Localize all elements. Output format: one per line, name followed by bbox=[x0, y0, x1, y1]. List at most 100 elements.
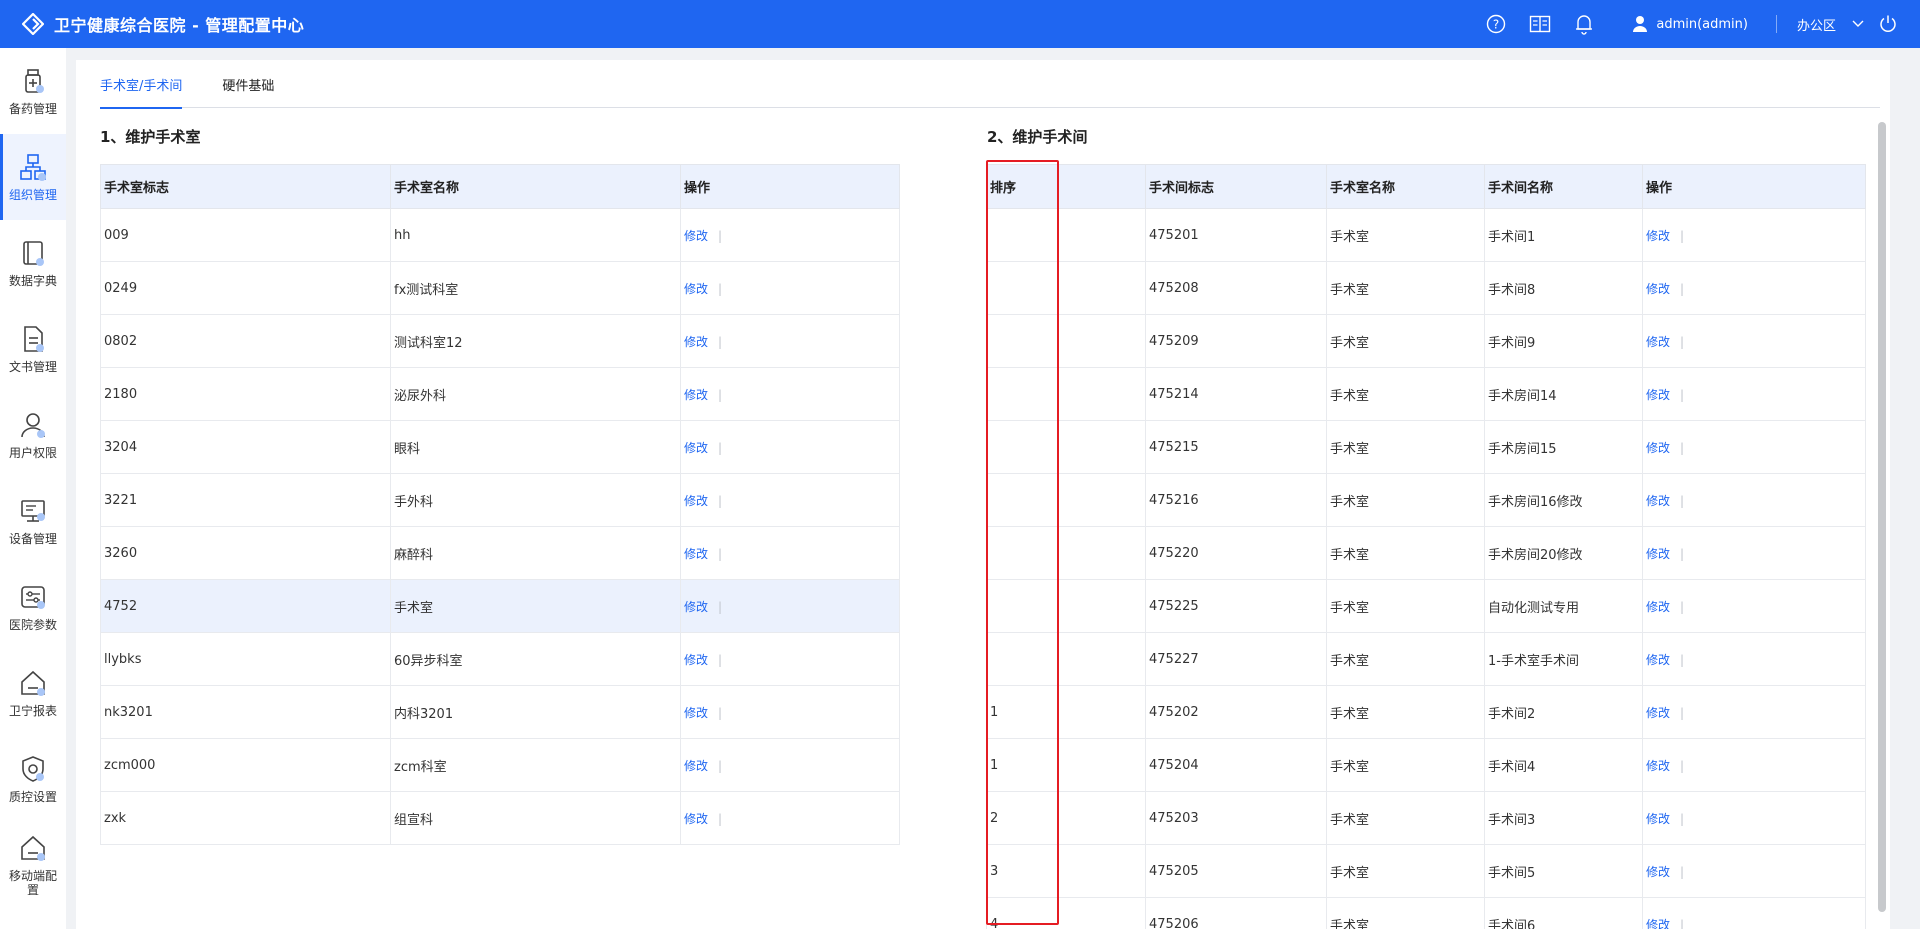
action-separator: | bbox=[718, 652, 723, 667]
edit-link[interactable]: 修改 bbox=[1646, 812, 1670, 826]
sidebar-item-device[interactable]: 设备管理 bbox=[0, 478, 66, 564]
table-row[interactable]: 3260 麻醉科 修改 | bbox=[100, 526, 900, 580]
settings-icon bbox=[21, 586, 45, 609]
help-icon[interactable]: ? bbox=[1485, 13, 1507, 35]
edit-link[interactable]: 修改 bbox=[1646, 494, 1670, 508]
sidebar-item-org[interactable]: 组织管理 bbox=[0, 134, 66, 220]
user-menu[interactable]: admin(admin) bbox=[1632, 15, 1748, 33]
edit-link[interactable]: 修改 bbox=[1646, 441, 1670, 455]
edit-link[interactable]: 修改 bbox=[684, 335, 708, 349]
table-row[interactable]: 4752 手术室 修改 | bbox=[100, 579, 900, 633]
sidebar-item-document[interactable]: 文书管理 bbox=[0, 306, 66, 392]
action-cell: 修改 | bbox=[1642, 791, 1866, 845]
table-row[interactable]: 3 475205 手术室 手术间5 修改 | bbox=[986, 844, 1866, 898]
edit-link[interactable]: 修改 bbox=[1646, 229, 1670, 243]
cell-code: 475201 bbox=[1145, 208, 1327, 262]
table-row[interactable]: zxk 组宣科 修改 | bbox=[100, 791, 900, 845]
bell-icon[interactable] bbox=[1573, 13, 1595, 35]
edit-link[interactable]: 修改 bbox=[684, 494, 708, 508]
table-row[interactable]: 475216 手术室 手术房间16修改 修改 | bbox=[986, 473, 1866, 527]
table-row[interactable]: 0802 测试科室12 修改 | bbox=[100, 314, 900, 368]
cell-name: 手外科 bbox=[390, 473, 681, 527]
table-row[interactable]: 2 475203 手术室 手术间3 修改 | bbox=[986, 791, 1866, 845]
edit-link[interactable]: 修改 bbox=[1646, 335, 1670, 349]
table-row[interactable]: 475208 手术室 手术间8 修改 | bbox=[986, 261, 1866, 315]
table-row[interactable]: 475215 手术室 手术房间15 修改 | bbox=[986, 420, 1866, 474]
edit-link[interactable]: 修改 bbox=[1646, 759, 1670, 773]
action-cell: 修改 | bbox=[1642, 208, 1866, 262]
cell-code: 475214 bbox=[1145, 367, 1327, 421]
action-separator: | bbox=[1680, 864, 1685, 879]
edit-link[interactable]: 修改 bbox=[1646, 865, 1670, 879]
edit-link[interactable]: 修改 bbox=[684, 600, 708, 614]
tab-bar: 手术室/手术间 硬件基础 bbox=[100, 60, 1880, 109]
action-cell: 修改 | bbox=[680, 738, 900, 792]
cell-code: 475225 bbox=[1145, 579, 1327, 633]
edit-link[interactable]: 修改 bbox=[684, 812, 708, 826]
action-separator: | bbox=[1680, 546, 1685, 561]
action-separator: | bbox=[718, 281, 723, 296]
action-cell: 修改 | bbox=[680, 632, 900, 686]
tab-hardware[interactable]: 硬件基础 bbox=[222, 60, 274, 108]
sidebar-item-label: 组织管理 bbox=[8, 188, 57, 202]
chevron-down-icon[interactable] bbox=[1852, 20, 1864, 28]
edit-link[interactable]: 修改 bbox=[1646, 388, 1670, 402]
table-row[interactable]: 4 475206 手术室 手术间6 修改 | bbox=[986, 897, 1866, 929]
table-row[interactable]: 475201 手术室 手术间1 修改 | bbox=[986, 208, 1866, 262]
table-row[interactable]: 475225 手术室 自动化测试专用 修改 | bbox=[986, 579, 1866, 633]
sidebar-item-mobile[interactable]: 移动端配置 bbox=[0, 822, 66, 908]
table-row[interactable]: llybks 60异步科室 修改 | bbox=[100, 632, 900, 686]
table-row[interactable]: 009 hh 修改 | bbox=[100, 208, 900, 262]
edit-link[interactable]: 修改 bbox=[684, 706, 708, 720]
cell-name: 1-手术室手术间 bbox=[1484, 632, 1643, 686]
action-separator: | bbox=[718, 387, 723, 402]
edit-link[interactable]: 修改 bbox=[1646, 600, 1670, 614]
action-cell: 修改 | bbox=[1642, 844, 1866, 898]
edit-link[interactable]: 修改 bbox=[1646, 282, 1670, 296]
sidebar-item-user-permission[interactable]: 用户权限 bbox=[0, 392, 66, 478]
action-separator: | bbox=[718, 811, 723, 826]
action-separator: | bbox=[1680, 811, 1685, 826]
table-row[interactable]: 475214 手术室 手术房间14 修改 | bbox=[986, 367, 1866, 421]
sidebar-item-quality[interactable]: 质控设置 bbox=[0, 736, 66, 822]
edit-link[interactable]: 修改 bbox=[684, 282, 708, 296]
tab-operating-rooms[interactable]: 手术室/手术间 bbox=[100, 60, 183, 109]
cell-name: 手术间5 bbox=[1484, 844, 1643, 898]
table-row[interactable]: zcm000 zcm科室 修改 | bbox=[100, 738, 900, 792]
edit-link[interactable]: 修改 bbox=[1646, 547, 1670, 561]
edit-link[interactable]: 修改 bbox=[1646, 918, 1670, 929]
cell-code: 009 bbox=[100, 208, 391, 262]
sidebar-item-report[interactable]: 卫宁报表 bbox=[0, 650, 66, 736]
sidebar-item-dictionary[interactable]: 数据字典 bbox=[0, 220, 66, 306]
edit-link[interactable]: 修改 bbox=[684, 441, 708, 455]
edit-link[interactable]: 修改 bbox=[684, 759, 708, 773]
area-selector[interactable]: 办公区 bbox=[1797, 15, 1836, 34]
book-icon[interactable] bbox=[1529, 13, 1551, 35]
edit-link[interactable]: 修改 bbox=[684, 388, 708, 402]
table-row[interactable]: nk3201 内科3201 修改 | bbox=[100, 685, 900, 739]
sidebar-item-medicine[interactable]: 备药管理 bbox=[0, 48, 66, 134]
table-row[interactable]: 3221 手外科 修改 | bbox=[100, 473, 900, 527]
cell-sort bbox=[986, 579, 1146, 633]
power-icon[interactable] bbox=[1878, 14, 1898, 34]
edit-link[interactable]: 修改 bbox=[684, 653, 708, 667]
cell-code: 475216 bbox=[1145, 473, 1327, 527]
table-row[interactable]: 0249 fx测试科室 修改 | bbox=[100, 261, 900, 315]
sidebar-item-label: 用户权限 bbox=[8, 446, 57, 460]
document-icon bbox=[24, 326, 44, 352]
table-row[interactable]: 475209 手术室 手术间9 修改 | bbox=[986, 314, 1866, 368]
edit-link[interactable]: 修改 bbox=[684, 229, 708, 243]
sidebar-item-hospital-params[interactable]: 医院参数 bbox=[0, 564, 66, 650]
table-row[interactable]: 1 475202 手术室 手术间2 修改 | bbox=[986, 685, 1866, 739]
edit-link[interactable]: 修改 bbox=[1646, 653, 1670, 667]
table-row[interactable]: 2180 泌尿外科 修改 | bbox=[100, 367, 900, 421]
table-row[interactable]: 3204 眼科 修改 | bbox=[100, 420, 900, 474]
cell-room: 手术室 bbox=[1326, 420, 1485, 474]
medicine-icon bbox=[25, 69, 44, 93]
table-row[interactable]: 1 475204 手术室 手术间4 修改 | bbox=[986, 738, 1866, 792]
edit-link[interactable]: 修改 bbox=[1646, 706, 1670, 720]
scrollbar[interactable] bbox=[1878, 122, 1886, 912]
edit-link[interactable]: 修改 bbox=[684, 547, 708, 561]
table-row[interactable]: 475227 手术室 1-手术室手术间 修改 | bbox=[986, 632, 1866, 686]
table-row[interactable]: 475220 手术室 手术房间20修改 修改 | bbox=[986, 526, 1866, 580]
